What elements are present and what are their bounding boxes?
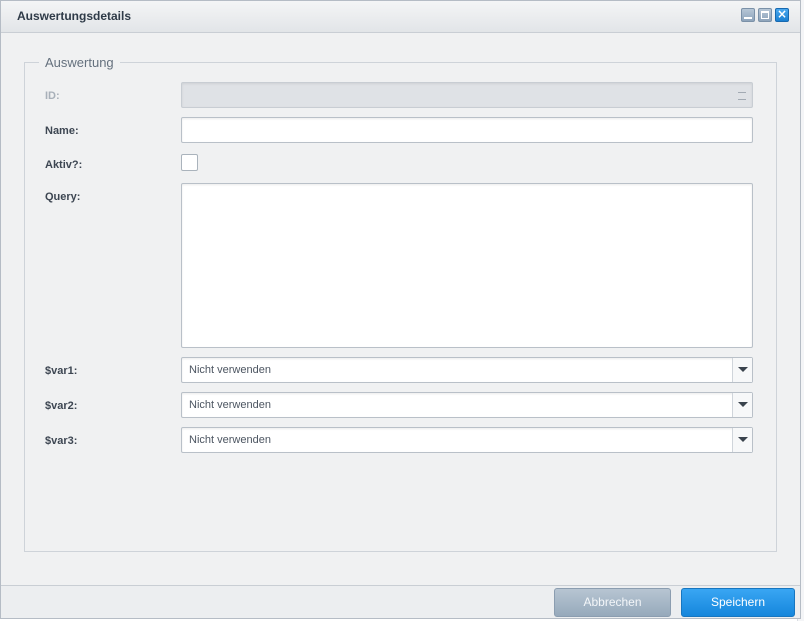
var3-value: Nicht verwenden [189,434,271,446]
query-label: Query: [45,191,81,203]
var3-select[interactable]: Nicht verwenden [181,427,753,453]
title-bar[interactable]: Auswertungsdetails × [1,1,800,33]
close-button[interactable]: × [775,7,789,22]
minimize-button[interactable] [741,8,755,22]
id-field [181,82,753,108]
active-label: Aktiv?: [45,159,83,171]
chevron-down-icon [738,402,748,407]
fieldset-legend: Auswertung [45,55,114,70]
dialog-window: Auswertungsdetails × Auswertung ID: Name… [0,0,801,619]
close-icon: × [776,7,788,21]
var1-label: $var1: [45,365,78,377]
var1-select[interactable]: Nicht verwenden [181,357,753,383]
window-title: Auswertungsdetails [17,9,132,23]
query-textarea[interactable] [181,183,753,348]
active-checkbox[interactable] [181,154,198,171]
save-button[interactable]: Speichern [681,588,795,617]
var1-value: Nicht verwenden [189,364,271,376]
minimize-icon [744,17,752,19]
chevron-down-icon [738,437,748,442]
var2-value: Nicht verwenden [189,399,271,411]
var3-dropdown-trigger[interactable] [732,428,752,452]
name-label: Name: [45,125,79,137]
id-label: ID: [45,90,60,102]
chevron-down-icon [738,367,748,372]
var2-select[interactable]: Nicht verwenden [181,392,753,418]
var2-label: $var2: [45,400,78,412]
var2-dropdown-trigger[interactable] [732,393,752,417]
var1-dropdown-trigger[interactable] [732,358,752,382]
name-input[interactable] [181,117,753,143]
cancel-button[interactable]: Abbrechen [554,588,671,617]
var3-label: $var3: [45,435,78,447]
spinner-icon [736,89,748,101]
maximize-icon [761,11,769,19]
maximize-button[interactable] [758,8,772,22]
